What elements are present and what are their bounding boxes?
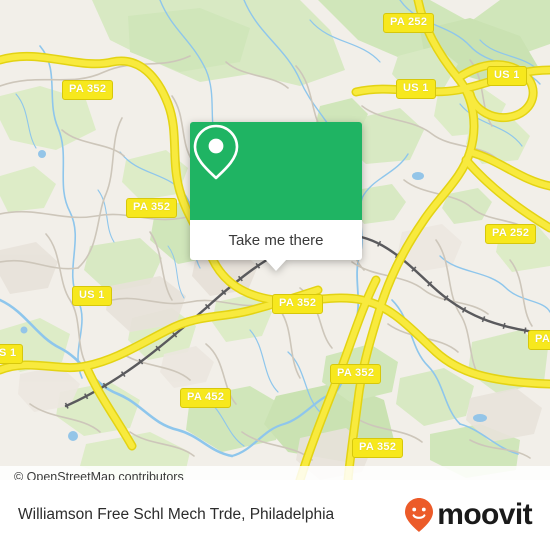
road-shield: PA 2 — [528, 330, 550, 350]
road-shield: S 1 — [0, 344, 24, 364]
moovit-logo[interactable]: moovit — [404, 497, 533, 533]
popup-header — [190, 122, 362, 220]
place-name-label: Williamson Free Schl Mech Trde, Philadel… — [18, 506, 335, 523]
location-popup-card[interactable]: Take me there — [190, 122, 362, 271]
map-screenshot-page: PA 252 PA 352 US 1 US 1 PA 352 PA 252 US… — [0, 0, 550, 550]
osm-attribution[interactable]: © OpenStreetMap contributors — [0, 466, 550, 480]
bottom-info-bar: Williamson Free Schl Mech Trde, Philadel… — [0, 480, 550, 550]
road-shield: PA 252 — [485, 224, 537, 244]
popup-action-bar[interactable]: Take me there — [190, 220, 362, 271]
map-canvas[interactable]: PA 252 PA 352 US 1 US 1 PA 352 PA 252 US… — [0, 0, 550, 480]
road-shield: PA 352 — [330, 364, 382, 384]
map-pin-icon — [193, 124, 239, 180]
moovit-wordmark: moovit — [437, 498, 532, 531]
road-shield: PA 352 — [272, 294, 324, 314]
take-me-there-label: Take me there — [228, 231, 324, 249]
moovit-smiley-pin-icon — [405, 498, 434, 532]
road-shield: PA 352 — [62, 80, 114, 100]
road-shield: PA 252 — [383, 13, 435, 33]
road-shield: US 1 — [72, 286, 112, 306]
road-shield: PA 452 — [180, 388, 232, 408]
road-shield: PA 352 — [352, 438, 404, 458]
road-shield: US 1 — [487, 66, 527, 86]
road-shield: PA 352 — [126, 198, 178, 218]
popup-pointer-tail — [265, 259, 287, 271]
road-shield: US 1 — [396, 79, 436, 99]
